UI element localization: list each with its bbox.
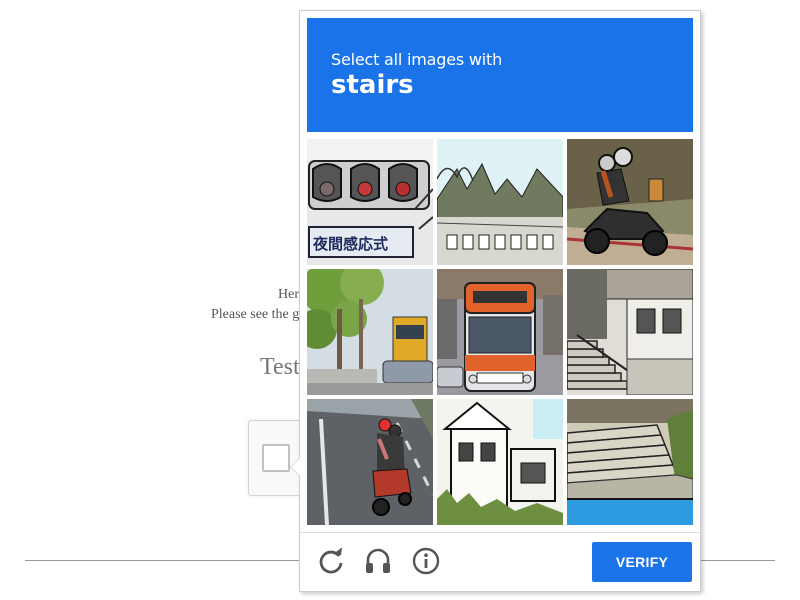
- reload-icon[interactable]: [316, 546, 346, 576]
- image-tile[interactable]: [307, 399, 433, 525]
- verify-button[interactable]: VERIFY: [592, 542, 692, 582]
- image-tile[interactable]: [567, 399, 693, 525]
- background-heading: Test: [260, 354, 300, 380]
- tile-image-house: [437, 399, 563, 525]
- page: Her Please see the g Test Select all ima…: [0, 0, 800, 600]
- footer-divider: [300, 532, 700, 533]
- challenge-header: Select all images with stairs: [307, 18, 693, 132]
- captcha-challenge-popup: Select all images with stairs 夜間感応式 VERI…: [290, 10, 701, 592]
- info-icon[interactable]: [411, 546, 441, 576]
- captcha-checkbox[interactable]: [262, 444, 290, 472]
- image-tile[interactable]: [567, 269, 693, 395]
- image-tile[interactable]: [567, 139, 693, 265]
- headphones-icon[interactable]: [363, 546, 393, 576]
- challenge-keyword: stairs: [331, 70, 414, 100]
- tile-image-stairs: [567, 269, 693, 395]
- image-tile[interactable]: 夜間感応式: [307, 139, 433, 265]
- background-text: Please see the: [211, 307, 293, 322]
- tile-image-street: [437, 139, 563, 265]
- background-text-line: Her: [278, 287, 299, 302]
- tile-image-motorcycle-road: [307, 399, 433, 525]
- challenge-instruction: Select all images with: [331, 50, 503, 69]
- popup-pointer-arrow: [290, 457, 300, 477]
- tile-sign-text: 夜間感応式: [312, 235, 388, 253]
- tile-image-stairs-outdoor: [567, 399, 693, 525]
- tile-image-trees-bus: [307, 269, 433, 395]
- tile-image-motorcycle: [567, 139, 693, 265]
- image-tile[interactable]: [437, 269, 563, 395]
- background-text-line: Please see the g: [211, 307, 299, 323]
- image-tile[interactable]: [437, 399, 563, 525]
- image-tile[interactable]: [437, 139, 563, 265]
- image-tile[interactable]: [307, 269, 433, 395]
- image-grid: 夜間感応式: [307, 139, 693, 525]
- tile-image-traffic-light: 夜間感応式: [307, 139, 433, 265]
- tile-image-bus: [437, 269, 563, 395]
